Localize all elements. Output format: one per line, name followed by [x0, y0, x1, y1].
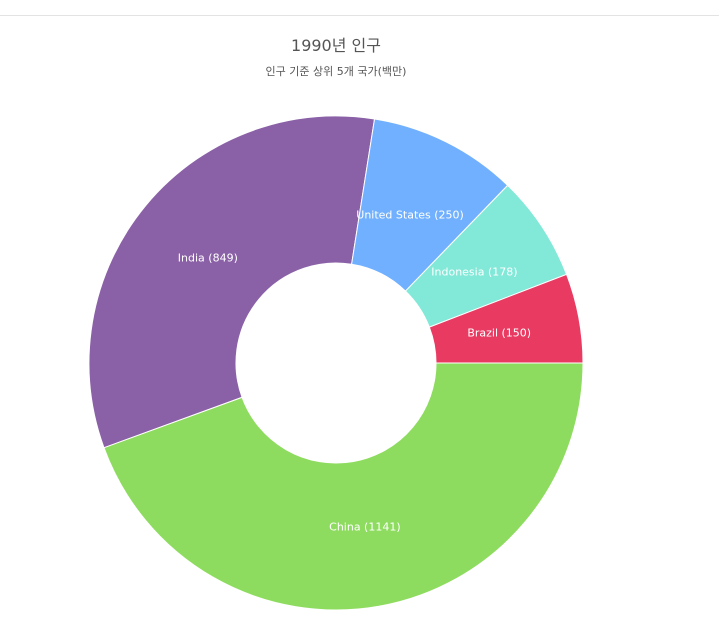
slice-label-india: India (849): [178, 251, 238, 264]
slice-label-indonesia: Indonesia (178): [431, 265, 517, 278]
chart-page: 1990년 인구 인구 기준 상위 5개 국가(백만) China (1141)…: [0, 0, 719, 640]
donut-chart: China (1141) India (849) United States (25…: [88, 115, 584, 611]
slice-label-china: China (1141): [329, 520, 401, 533]
slice-label-united-states: United States (250): [356, 208, 464, 221]
slice-india[interactable]: [88, 115, 376, 449]
slice-label-brazil: Brazil (150): [467, 327, 531, 340]
